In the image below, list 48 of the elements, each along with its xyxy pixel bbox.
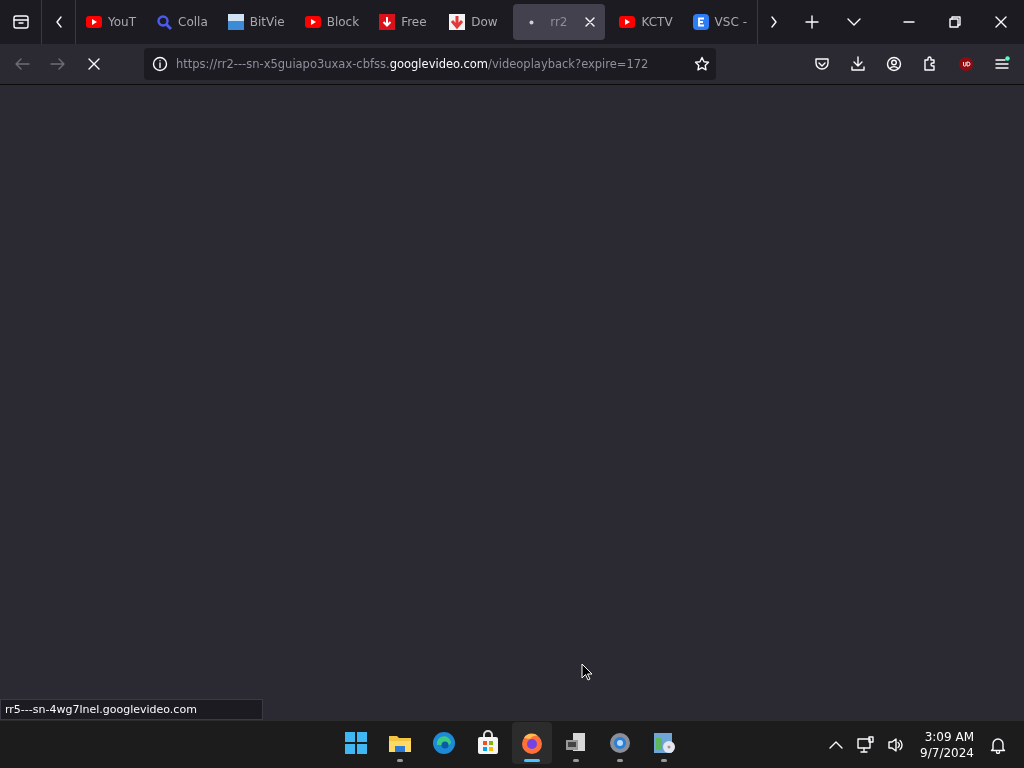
- mouse-pointer-icon: [581, 663, 593, 681]
- account-icon: [886, 56, 902, 72]
- monitor-network-icon: [857, 735, 876, 754]
- puzzle-icon: [922, 56, 938, 72]
- bell-icon: [990, 735, 1006, 754]
- edge-logo-icon: [431, 730, 457, 756]
- youtube-icon: [304, 14, 321, 30]
- windows-logo-icon: [343, 730, 369, 756]
- address-bar[interactable]: https://rr2---sn-x5guiapo3uxax-cbfss.googlevideo.com/videoplayback?expire=172: [144, 48, 716, 80]
- browser-tab[interactable]: Colla: [150, 4, 214, 40]
- taskbar-app[interactable]: [512, 722, 552, 764]
- tray-icon: [11, 14, 30, 30]
- dot-icon: [529, 19, 535, 25]
- browser-tab[interactable]: BitVie: [221, 4, 291, 40]
- close-icon: [995, 16, 1007, 28]
- shield-badge-icon: [958, 56, 974, 72]
- letter-e-app-icon: [692, 14, 709, 30]
- magnifier-icon: [156, 14, 172, 30]
- url-text: https://rr2---sn-x5guiapo3uxax-cbfss.googlevideo.com/videoplayback?expire=172: [176, 57, 650, 71]
- shopping-bag-icon: [475, 730, 501, 756]
- browser-tab[interactable]: Free: [373, 4, 436, 40]
- star-icon: [694, 56, 710, 72]
- menu-icon: [994, 56, 1010, 72]
- browser-tab[interactable]: Block: [298, 4, 366, 40]
- link-status-text: rr5---sn-4wg7lnel.googlevideo.com: [0, 699, 263, 720]
- clock-button[interactable]: 3:09 AM 9/7/2024: [914, 728, 980, 761]
- close-icon: [585, 17, 596, 27]
- arrow-left-icon: [14, 57, 30, 71]
- chevron-down-icon: [846, 17, 861, 27]
- gear-icon: [607, 730, 633, 756]
- close-icon: [87, 57, 101, 71]
- restore-icon: [949, 16, 961, 28]
- pocket-icon: [814, 56, 830, 72]
- chevron-up-icon: [829, 739, 844, 750]
- disc-icon: [651, 730, 677, 756]
- speaker-icon: [887, 735, 906, 754]
- arrow-right-icon: [50, 57, 66, 71]
- info-icon: [152, 56, 168, 72]
- browser-tab[interactable]: VSC -: [686, 4, 753, 40]
- bitview-logo-icon: [227, 14, 244, 30]
- browser-tab[interactable]: KCTV: [613, 4, 679, 40]
- download-icon: [850, 56, 866, 72]
- plus-icon: [804, 15, 819, 29]
- youtube-icon: [619, 14, 636, 30]
- download-arrow-icon: [449, 14, 466, 30]
- browser-tab[interactable]: YouT: [80, 4, 142, 40]
- youtube-icon: [86, 14, 102, 30]
- browser-tab[interactable]: Dow: [443, 4, 506, 40]
